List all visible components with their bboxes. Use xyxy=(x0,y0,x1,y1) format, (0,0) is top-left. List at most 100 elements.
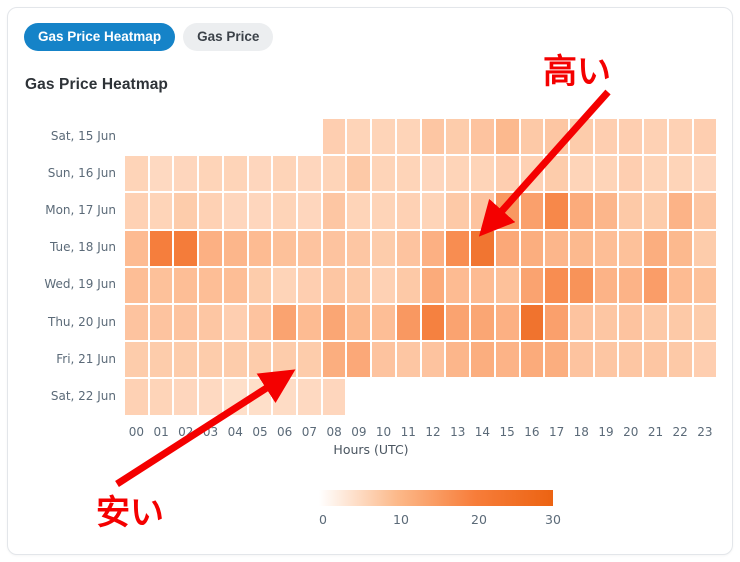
heatmap-cell[interactable] xyxy=(520,193,544,229)
heatmap-cell[interactable] xyxy=(520,119,544,155)
heatmap-cell[interactable] xyxy=(273,342,297,378)
heatmap-cell[interactable] xyxy=(619,342,643,378)
heatmap-cell[interactable] xyxy=(174,230,198,266)
heatmap-cell[interactable] xyxy=(421,305,445,341)
heatmap-cell[interactable] xyxy=(223,342,247,378)
heatmap-cell[interactable] xyxy=(149,305,173,341)
heatmap-cell[interactable] xyxy=(125,342,148,378)
heatmap-cell[interactable] xyxy=(223,267,247,303)
heatmap-cell[interactable] xyxy=(594,305,618,341)
heatmap-cell[interactable] xyxy=(347,156,371,192)
heatmap-cell[interactable] xyxy=(644,156,667,192)
heatmap-cell[interactable] xyxy=(322,305,346,341)
heatmap-cell[interactable] xyxy=(421,342,445,378)
heatmap-cell[interactable] xyxy=(693,230,717,266)
heatmap-cell[interactable] xyxy=(619,267,643,303)
heatmap-cell[interactable] xyxy=(125,193,148,229)
heatmap-cell[interactable] xyxy=(421,193,445,229)
heatmap-cell[interactable] xyxy=(594,342,618,378)
heatmap-cell[interactable] xyxy=(668,193,692,229)
heatmap-cell[interactable] xyxy=(298,379,321,415)
heatmap-cell[interactable] xyxy=(693,156,717,192)
heatmap-cell[interactable] xyxy=(569,267,593,303)
heatmap-cell[interactable] xyxy=(396,119,420,155)
heatmap-cell[interactable] xyxy=(396,342,420,378)
heatmap-cell[interactable] xyxy=(545,342,568,378)
heatmap-cell[interactable] xyxy=(594,193,618,229)
heatmap-cell[interactable] xyxy=(248,193,272,229)
heatmap-cell[interactable] xyxy=(347,230,371,266)
heatmap-cell[interactable] xyxy=(223,305,247,341)
heatmap-cell[interactable] xyxy=(693,193,717,229)
heatmap-cell[interactable] xyxy=(520,267,544,303)
heatmap-cell[interactable] xyxy=(199,342,222,378)
heatmap-cell[interactable] xyxy=(495,342,519,378)
heatmap-cell[interactable] xyxy=(174,342,198,378)
heatmap-cell[interactable] xyxy=(446,156,470,192)
heatmap-cell[interactable] xyxy=(322,119,346,155)
heatmap-cell[interactable] xyxy=(569,305,593,341)
heatmap-cell[interactable] xyxy=(223,193,247,229)
heatmap-cell[interactable] xyxy=(693,305,717,341)
heatmap-cell[interactable] xyxy=(545,193,568,229)
heatmap-cell[interactable] xyxy=(644,119,667,155)
heatmap-cell[interactable] xyxy=(446,230,470,266)
heatmap-cell[interactable] xyxy=(619,305,643,341)
heatmap-cell[interactable] xyxy=(347,193,371,229)
heatmap-cell[interactable] xyxy=(273,267,297,303)
heatmap-cell[interactable] xyxy=(668,119,692,155)
heatmap-cell[interactable] xyxy=(199,379,222,415)
heatmap-cell[interactable] xyxy=(347,119,371,155)
heatmap-cell[interactable] xyxy=(619,230,643,266)
heatmap-cell[interactable] xyxy=(174,305,198,341)
heatmap-cell[interactable] xyxy=(495,230,519,266)
heatmap-cell[interactable] xyxy=(446,193,470,229)
heatmap-cell[interactable] xyxy=(223,156,247,192)
heatmap-cell[interactable] xyxy=(471,193,494,229)
heatmap-cell[interactable] xyxy=(199,267,222,303)
heatmap-cell[interactable] xyxy=(396,267,420,303)
heatmap-cell[interactable] xyxy=(174,193,198,229)
heatmap-cell[interactable] xyxy=(545,119,568,155)
heatmap-cell[interactable] xyxy=(199,193,222,229)
heatmap-cell[interactable] xyxy=(125,305,148,341)
heatmap-cell[interactable] xyxy=(569,342,593,378)
heatmap-cell[interactable] xyxy=(298,267,321,303)
heatmap-cell[interactable] xyxy=(396,305,420,341)
heatmap-cell[interactable] xyxy=(668,342,692,378)
heatmap-cell[interactable] xyxy=(569,193,593,229)
heatmap-cell[interactable] xyxy=(644,267,667,303)
heatmap-cell[interactable] xyxy=(545,156,568,192)
heatmap-cell[interactable] xyxy=(372,156,395,192)
heatmap-cell[interactable] xyxy=(273,193,297,229)
heatmap-cell[interactable] xyxy=(125,230,148,266)
heatmap-cell[interactable] xyxy=(322,156,346,192)
heatmap-cell[interactable] xyxy=(471,230,494,266)
heatmap-cell[interactable] xyxy=(619,119,643,155)
heatmap-cell[interactable] xyxy=(644,305,667,341)
heatmap-cell[interactable] xyxy=(693,267,717,303)
heatmap-cell[interactable] xyxy=(149,379,173,415)
heatmap-cell[interactable] xyxy=(149,230,173,266)
heatmap-cell[interactable] xyxy=(372,193,395,229)
heatmap-cell[interactable] xyxy=(273,156,297,192)
heatmap-cell[interactable] xyxy=(199,305,222,341)
heatmap-cell[interactable] xyxy=(125,379,148,415)
heatmap-cell[interactable] xyxy=(125,156,148,192)
heatmap-cell[interactable] xyxy=(619,156,643,192)
heatmap-cell[interactable] xyxy=(446,305,470,341)
heatmap-cell[interactable] xyxy=(322,230,346,266)
heatmap-cell[interactable] xyxy=(248,305,272,341)
heatmap-cell[interactable] xyxy=(619,193,643,229)
heatmap-cell[interactable] xyxy=(594,156,618,192)
heatmap-cell[interactable] xyxy=(273,230,297,266)
heatmap-cell[interactable] xyxy=(347,267,371,303)
heatmap-cell[interactable] xyxy=(569,119,593,155)
heatmap-cell[interactable] xyxy=(396,156,420,192)
heatmap-cell[interactable] xyxy=(644,230,667,266)
heatmap-cell[interactable] xyxy=(347,342,371,378)
heatmap-cell[interactable] xyxy=(421,119,445,155)
heatmap-cell[interactable] xyxy=(248,379,272,415)
heatmap-cell[interactable] xyxy=(125,267,148,303)
heatmap-cell[interactable] xyxy=(668,230,692,266)
